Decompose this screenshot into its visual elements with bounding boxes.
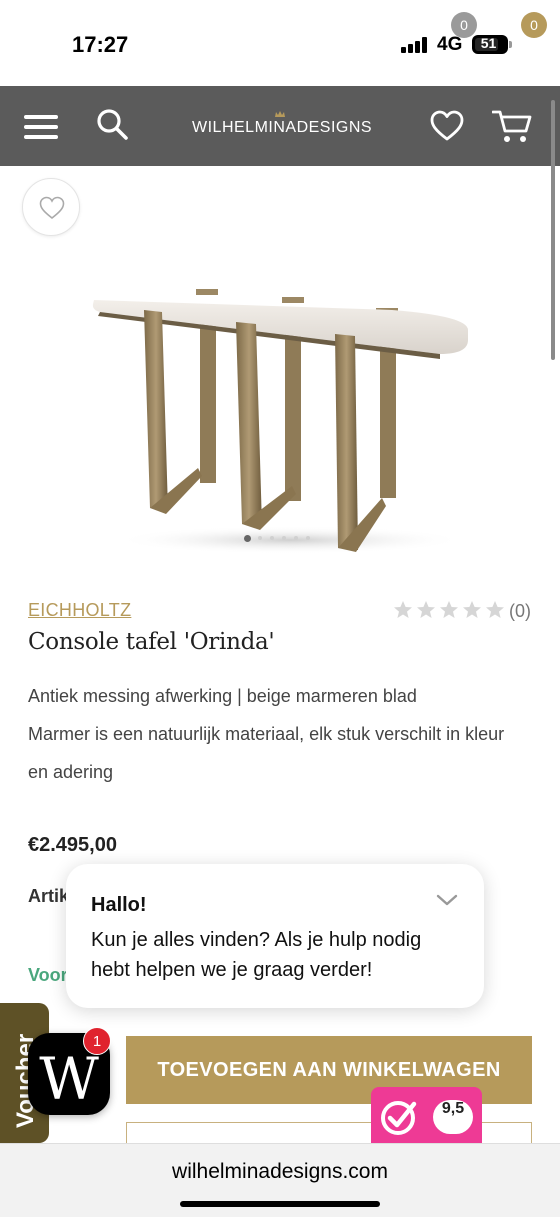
home-indicator[interactable] [180, 1201, 380, 1207]
battery-level: 51 [480, 35, 497, 51]
product-price: €2.495,00 [28, 834, 117, 856]
browser-url-bar[interactable]: wilhelminadesigns.com [0, 1143, 560, 1217]
page-scrollbar[interactable] [551, 100, 555, 360]
battery-icon: 51 [472, 35, 508, 54]
gallery-dot-active[interactable] [244, 535, 251, 542]
network-label: 4G [437, 34, 463, 55]
status-time: 17:27 [72, 32, 129, 57]
cart-count-badge: 0 [521, 12, 547, 38]
product-description-line: Marmer is een natuurlijk materiaal, elk … [28, 724, 505, 744]
heart-icon[interactable] [430, 110, 464, 142]
chat-title: Hallo! [91, 894, 147, 916]
product-description-line: Antiek messing afwerking | beige marmere… [28, 686, 417, 706]
star-icon [417, 601, 435, 618]
chevron-down-icon[interactable] [435, 892, 459, 908]
review-count[interactable]: (0) [509, 601, 531, 622]
product-title: Console tafel 'Orinda' [28, 629, 275, 655]
star-icon [394, 601, 412, 618]
cart-icon[interactable] [492, 108, 532, 144]
chat-message-line: hebt helpen we je graag verder! [91, 959, 373, 981]
logo-text: WILHELMINADESIGNS [192, 119, 373, 136]
gallery-dot[interactable] [258, 536, 262, 540]
kiyoh-check-icon [381, 1101, 417, 1135]
search-icon[interactable] [96, 108, 128, 140]
gallery-dot[interactable] [282, 536, 286, 540]
notification-badge: 1 [83, 1027, 111, 1055]
brand-link[interactable]: EICHHOLTZ [28, 600, 131, 621]
signal-icon [401, 37, 429, 53]
gallery-dot[interactable] [270, 536, 274, 540]
article-number-label: Artik [28, 886, 70, 906]
site-logo[interactable]: WILHELMINADESIGNS [192, 111, 373, 137]
product-image[interactable] [80, 268, 480, 558]
url-text[interactable]: wilhelminadesigns.com [0, 1160, 560, 1184]
star-icon [440, 601, 458, 618]
chat-launcher-logo: W [39, 1045, 99, 1113]
stock-status: Voor [28, 965, 68, 985]
gallery-dot[interactable] [294, 536, 298, 540]
site-header: WILHELMINADESIGNS [0, 86, 560, 166]
review-score: 9,5 [433, 1100, 473, 1134]
add-to-wishlist-button[interactable] [22, 178, 80, 236]
chat-popup[interactable]: Hallo! Kun je alles vinden? Als je hulp … [66, 864, 484, 1008]
chat-message-line: Kun je alles vinden? Als je hulp nodig [91, 929, 422, 951]
heart-outline-icon [39, 196, 65, 220]
star-icon [486, 601, 504, 618]
review-widget[interactable]: 9,5 [371, 1087, 482, 1147]
crown-icon [275, 111, 285, 117]
menu-icon[interactable] [24, 115, 58, 139]
status-bar: 17:27 4G 51 [0, 0, 560, 86]
star-icon [463, 601, 481, 618]
wishlist-count-badge: 0 [451, 12, 477, 38]
product-description-line: en adering [28, 762, 114, 782]
battery-tip [509, 41, 512, 48]
gallery-dot[interactable] [306, 536, 310, 540]
